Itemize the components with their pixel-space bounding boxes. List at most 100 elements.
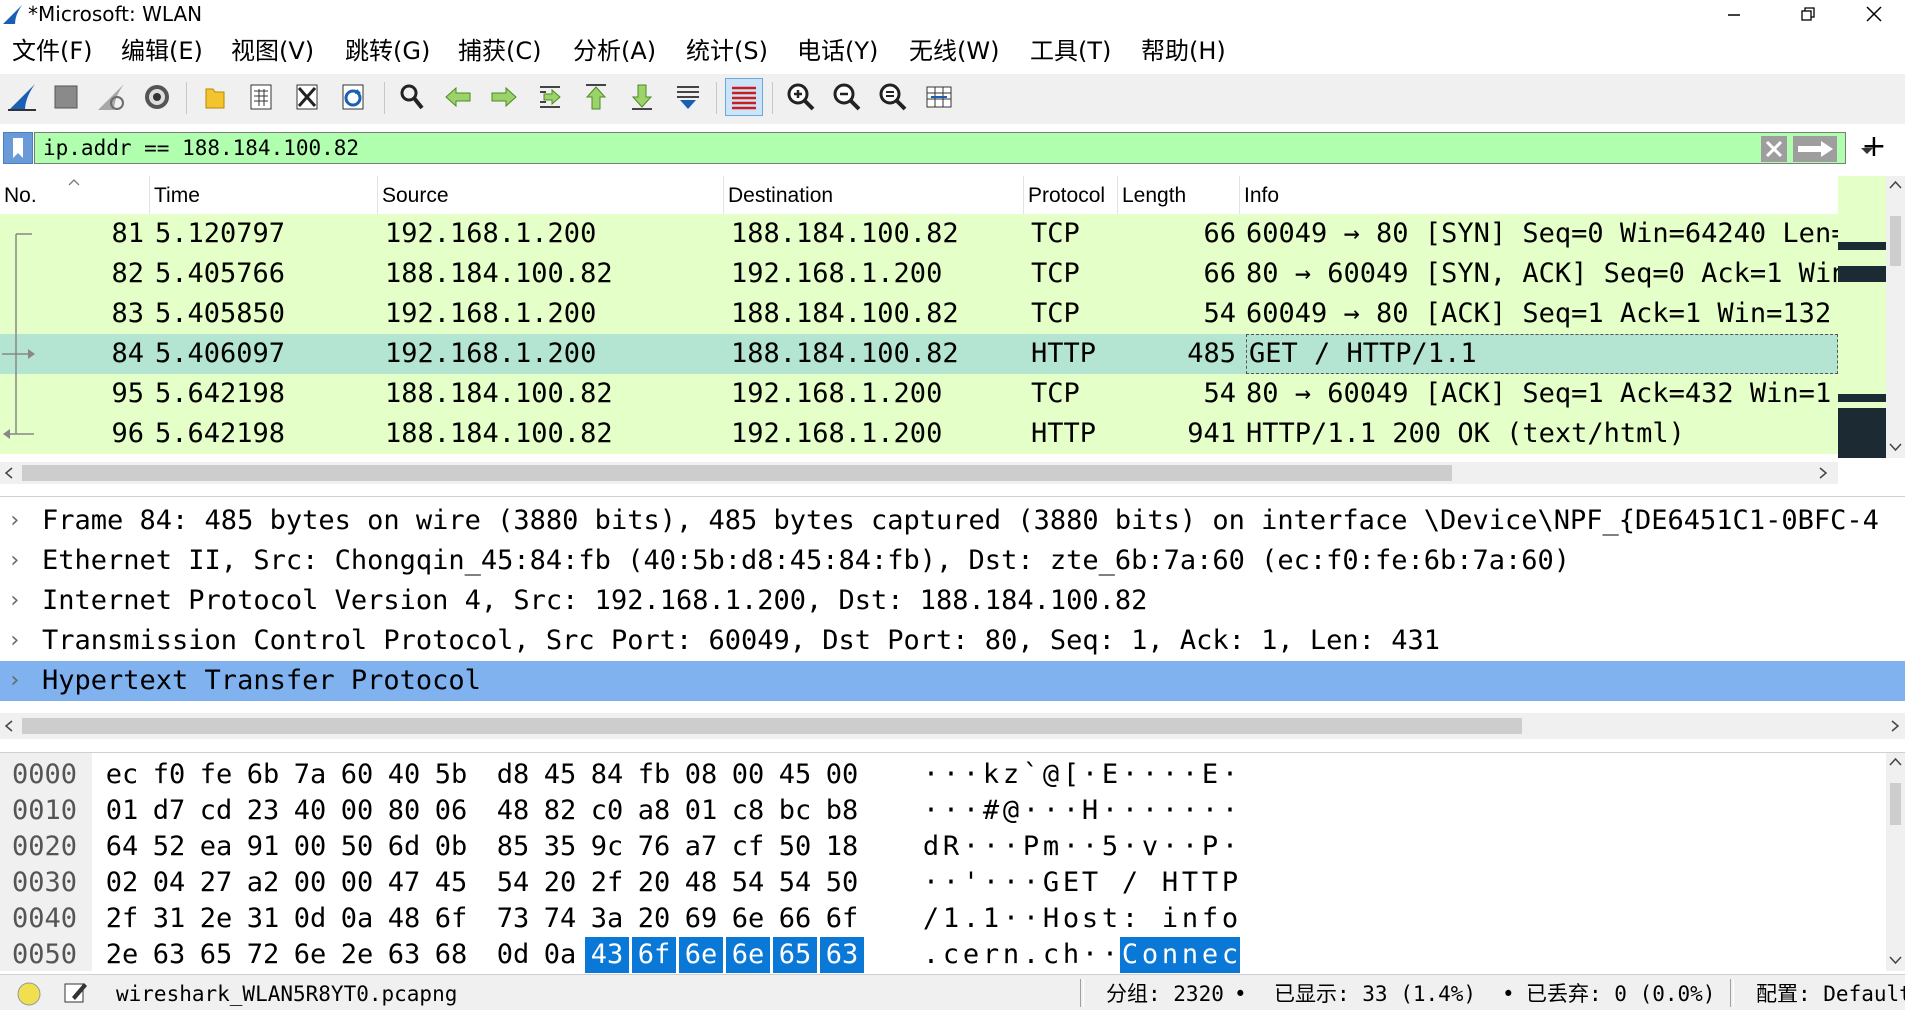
hex-byte[interactable]: 68 xyxy=(429,937,473,973)
hex-byte[interactable]: 6f xyxy=(429,901,473,937)
detail-tree-item[interactable]: › Frame 84: 485 bytes on wire (3880 bits… xyxy=(0,501,1905,541)
hex-byte[interactable]: c8 xyxy=(726,793,770,829)
hex-byte[interactable]: 2e xyxy=(194,901,238,937)
ascii-char[interactable]: t xyxy=(1100,901,1120,937)
ascii-char[interactable]: · xyxy=(1220,757,1240,793)
profile-name[interactable]: 配置: Default xyxy=(1756,975,1905,1010)
ascii-char[interactable]: · xyxy=(1140,757,1160,793)
hex-byte[interactable]: 6f xyxy=(632,937,676,973)
ascii-char[interactable]: · xyxy=(981,865,1001,901)
hex-byte[interactable]: 20 xyxy=(632,901,676,937)
hex-byte[interactable]: 6e xyxy=(726,901,770,937)
hex-byte[interactable]: 50 xyxy=(773,829,817,865)
hex-byte[interactable]: 5b xyxy=(429,757,473,793)
hex-byte[interactable]: 43 xyxy=(585,937,629,973)
ascii-char[interactable]: n xyxy=(1180,901,1200,937)
column-header-destination[interactable]: Destination xyxy=(724,176,1024,214)
hex-byte[interactable]: 9c xyxy=(585,829,629,865)
ascii-char[interactable]: H xyxy=(1080,793,1100,829)
ascii-char[interactable]: P xyxy=(1021,829,1041,865)
ascii-char[interactable]: E xyxy=(1061,865,1081,901)
hex-byte[interactable]: c0 xyxy=(585,793,629,829)
hex-byte[interactable]: f0 xyxy=(147,757,191,793)
packet-minimap[interactable] xyxy=(1838,176,1886,458)
hex-byte[interactable]: 18 xyxy=(820,829,864,865)
hex-byte[interactable]: 00 xyxy=(288,865,332,901)
ascii-char[interactable]: · xyxy=(941,757,961,793)
scrollbar-thumb[interactable] xyxy=(1890,783,1901,825)
hex-byte[interactable]: 0a xyxy=(538,937,582,973)
hex-byte[interactable]: 76 xyxy=(632,829,676,865)
ascii-char[interactable]: · xyxy=(1061,793,1081,829)
hex-byte[interactable]: 63 xyxy=(382,937,426,973)
ascii-char[interactable]: . xyxy=(921,937,941,973)
hex-byte[interactable]: 01 xyxy=(100,793,144,829)
ascii-char[interactable]: · xyxy=(921,757,941,793)
hex-byte[interactable]: 2f xyxy=(585,865,629,901)
save-file-button[interactable] xyxy=(242,78,280,116)
add-filter-button[interactable]: + xyxy=(1856,130,1892,166)
menu-wireless[interactable]: 无线(W) xyxy=(909,36,999,66)
hex-byte[interactable]: a7 xyxy=(679,829,723,865)
hex-byte[interactable]: 65 xyxy=(194,937,238,973)
first-packet-button[interactable] xyxy=(577,78,615,116)
ascii-char[interactable]: T xyxy=(1080,865,1100,901)
hex-byte[interactable]: 2e xyxy=(335,937,379,973)
ascii-char[interactable]: T xyxy=(1200,865,1220,901)
ascii-char[interactable]: · xyxy=(1100,937,1120,973)
ascii-char[interactable]: · xyxy=(1041,793,1061,829)
ascii-char[interactable]: · xyxy=(1061,829,1081,865)
hex-byte[interactable]: 2e xyxy=(100,937,144,973)
menu-capture[interactable]: 捕获(C) xyxy=(458,36,541,66)
expert-info-icon[interactable] xyxy=(16,981,42,1007)
ascii-char[interactable]: # xyxy=(981,793,1001,829)
packet-row[interactable]: 82 5.405766 188.184.100.82 192.168.1.200… xyxy=(0,254,1838,294)
ascii-char[interactable]: · xyxy=(1180,757,1200,793)
clear-filter-button[interactable] xyxy=(1761,136,1787,162)
minimize-button[interactable] xyxy=(1704,0,1764,28)
hex-byte[interactable]: 48 xyxy=(679,865,723,901)
ascii-char[interactable]: · xyxy=(1001,829,1021,865)
ascii-char[interactable]: H xyxy=(1041,901,1061,937)
hex-byte[interactable]: fe xyxy=(194,757,238,793)
hex-byte[interactable]: bc xyxy=(773,793,817,829)
ascii-char[interactable]: o xyxy=(1061,901,1081,937)
hex-byte[interactable]: 73 xyxy=(491,901,535,937)
hex-byte[interactable]: 0d xyxy=(491,937,535,973)
ascii-char[interactable]: @ xyxy=(1001,793,1021,829)
ascii-char[interactable]: G xyxy=(1041,865,1061,901)
ascii-char[interactable]: · xyxy=(1080,937,1100,973)
detail-tree-item[interactable]: › Internet Protocol Version 4, Src: 192.… xyxy=(0,581,1905,621)
hex-byte[interactable]: b8 xyxy=(820,793,864,829)
detail-tree-item-selected[interactable]: › Hypertext Transfer Protocol xyxy=(0,661,1905,701)
hex-byte[interactable]: 40 xyxy=(382,757,426,793)
column-header-info[interactable]: Info xyxy=(1240,176,1838,214)
hex-byte[interactable]: 00 xyxy=(335,865,379,901)
hex-byte[interactable]: 48 xyxy=(491,793,535,829)
ascii-char[interactable]: · xyxy=(941,793,961,829)
zoom-out-button[interactable] xyxy=(828,78,866,116)
hex-byte[interactable]: 54 xyxy=(773,865,817,901)
menu-help[interactable]: 帮助(H) xyxy=(1141,36,1226,66)
close-window-button[interactable] xyxy=(1844,0,1904,28)
hex-byte[interactable]: fb xyxy=(632,757,676,793)
capture-options-button[interactable] xyxy=(138,78,176,116)
ascii-char[interactable]: · xyxy=(1180,829,1200,865)
menu-go[interactable]: 跳转(G) xyxy=(345,36,430,66)
hex-byte[interactable]: 60 xyxy=(335,757,379,793)
stop-capture-button[interactable] xyxy=(47,78,85,116)
ascii-char[interactable]: · xyxy=(981,829,1001,865)
hex-byte[interactable]: 47 xyxy=(382,865,426,901)
ascii-char[interactable]: / xyxy=(1120,865,1140,901)
auto-scroll-button[interactable] xyxy=(669,78,707,116)
column-header-time[interactable]: Time xyxy=(150,176,378,214)
ascii-char[interactable]: 1 xyxy=(941,901,961,937)
hex-byte[interactable]: 35 xyxy=(538,829,582,865)
hex-byte[interactable]: 45 xyxy=(773,757,817,793)
ascii-char[interactable]: · xyxy=(961,829,981,865)
ascii-char[interactable]: c xyxy=(1041,937,1061,973)
ascii-char[interactable]: ' xyxy=(961,865,981,901)
close-file-button[interactable] xyxy=(288,78,326,116)
go-back-button[interactable] xyxy=(439,78,477,116)
hex-byte[interactable]: 00 xyxy=(335,793,379,829)
